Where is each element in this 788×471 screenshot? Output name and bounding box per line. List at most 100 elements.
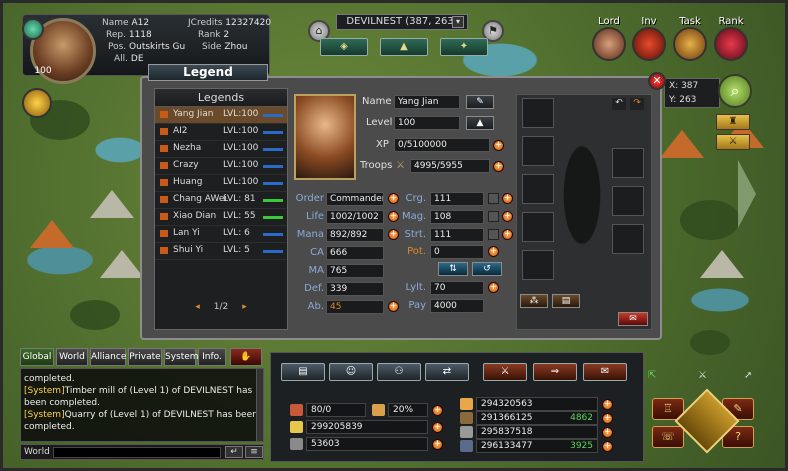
food-plus-icon[interactable]: + xyxy=(602,399,613,410)
phone-button[interactable]: ☏ xyxy=(652,426,684,448)
city-view-button[interactable]: ▲ xyxy=(380,38,428,56)
legend-row[interactable]: Shui Yi LVL: 5 xyxy=(155,243,287,260)
search-icon[interactable]: ⌕ xyxy=(718,74,752,108)
lord-menu[interactable]: Lord xyxy=(589,16,629,61)
send-icon[interactable]: ↵ xyxy=(225,446,243,458)
lord-icon[interactable] xyxy=(592,27,626,61)
equip-slot-ring[interactable] xyxy=(612,224,644,254)
gold-coin-icon[interactable] xyxy=(22,88,52,118)
order-plus-icon[interactable]: + xyxy=(388,193,399,204)
equip-slot-helmet[interactable] xyxy=(522,98,554,128)
wood-plus-icon[interactable]: + xyxy=(602,413,613,424)
legend-name: Yang Jian xyxy=(394,95,460,109)
chat-input[interactable] xyxy=(53,447,221,458)
formation-button[interactable]: ⁂ xyxy=(520,294,548,308)
equip-slot-shield[interactable] xyxy=(612,186,644,216)
equip-slot-mount[interactable] xyxy=(522,250,554,280)
rank-icon[interactable] xyxy=(714,27,748,61)
legend-row-level: LVL:100 xyxy=(223,177,259,187)
hero-button[interactable]: ☺ xyxy=(329,363,373,381)
inventory-icon[interactable] xyxy=(632,27,666,61)
crg-box[interactable] xyxy=(488,193,499,204)
market-button[interactable]: ⇒ xyxy=(533,363,577,381)
tab-private[interactable]: Private xyxy=(128,348,162,366)
lylt-plus-icon[interactable]: + xyxy=(488,282,499,293)
ingot-plus-icon[interactable]: + xyxy=(432,439,443,450)
mag-plus-icon[interactable]: + xyxy=(502,211,513,222)
mail-button[interactable]: ✉ xyxy=(583,363,627,381)
swords-icon[interactable]: ⚔ xyxy=(698,370,707,381)
expand-icon[interactable]: ⇱ xyxy=(648,370,656,381)
city-tile[interactable] xyxy=(30,220,74,248)
hand-icon[interactable]: ✋ xyxy=(230,348,262,366)
legend-level: 100 xyxy=(394,116,460,130)
trade-button[interactable]: ⇄ xyxy=(425,363,469,381)
alliance-button[interactable]: ⚇ xyxy=(377,363,421,381)
battle-button[interactable]: ⚔ xyxy=(483,363,527,381)
crg-plus-icon[interactable]: + xyxy=(502,193,513,204)
troop-view-button[interactable]: ✦ xyxy=(440,38,488,56)
rename-button[interactable]: ✎ xyxy=(466,95,494,109)
emblem-icon[interactable] xyxy=(22,18,44,40)
report-button[interactable]: ▤ xyxy=(281,363,325,381)
map-view-button[interactable]: ◈ xyxy=(320,38,368,56)
stone-plus-icon[interactable]: + xyxy=(602,427,613,438)
strt-plus-icon[interactable]: + xyxy=(502,229,513,240)
legend-row[interactable]: Yang Jian LVL:100 xyxy=(155,107,287,124)
arrow-icon[interactable]: ➚ xyxy=(744,370,752,381)
equip-slot-armor[interactable] xyxy=(522,136,554,166)
legend-row[interactable]: Huang LVL:100 xyxy=(155,175,287,192)
tab-system[interactable]: System xyxy=(164,348,199,366)
army-button[interactable]: ⚔ xyxy=(716,134,750,150)
dropdown-icon[interactable]: ▾ xyxy=(452,16,464,28)
ab-plus-icon[interactable]: + xyxy=(388,301,399,312)
reset-points-button[interactable]: ↺ xyxy=(472,262,502,276)
order-label: Order xyxy=(295,193,324,204)
tab-info[interactable]: Info. xyxy=(198,348,226,366)
legend-row[interactable]: Chang AWei LVL: 81 xyxy=(155,192,287,209)
troops-plus-icon[interactable]: + xyxy=(493,161,504,172)
location-label[interactable]: DEVILNEST (387, 263) xyxy=(336,14,468,30)
legend-row[interactable]: Crazy LVL:100 xyxy=(155,158,287,175)
iron-plus-icon[interactable]: + xyxy=(602,441,613,452)
pot-plus-icon[interactable]: + xyxy=(488,246,499,257)
task-menu[interactable]: Task xyxy=(670,16,710,61)
legend-flag-icon xyxy=(160,247,168,254)
tab-global[interactable]: Global xyxy=(20,348,54,366)
mag-box[interactable] xyxy=(488,211,499,222)
city-tile[interactable] xyxy=(660,130,704,158)
scroll-icon[interactable] xyxy=(673,27,707,61)
equip-slot-belt[interactable] xyxy=(522,174,554,204)
mana-plus-icon[interactable]: + xyxy=(388,229,399,240)
legend-row[interactable]: Lan Yi LVL: 6 xyxy=(155,226,287,243)
legend-row[interactable]: Nezha LVL:100 xyxy=(155,141,287,158)
equip-slot-weapon[interactable] xyxy=(612,148,644,178)
treasure-button[interactable]: ▤ xyxy=(552,294,580,308)
xp-plus-icon[interactable]: + xyxy=(493,140,504,151)
close-icon[interactable]: ✕ xyxy=(648,72,666,90)
dismiss-button[interactable]: ✉ xyxy=(618,312,648,326)
equip-icon[interactable]: ↷ xyxy=(630,98,644,110)
scroll-right-arrow-icon[interactable] xyxy=(738,160,756,228)
life-plus-icon[interactable]: + xyxy=(388,211,399,222)
menu-icon[interactable]: ≡ xyxy=(245,446,263,458)
equip-slot-boots[interactable] xyxy=(522,212,554,242)
legend-flag-icon xyxy=(160,213,168,220)
tab-world[interactable]: World xyxy=(56,348,88,366)
assign-points-button[interactable]: ⇅ xyxy=(438,262,468,276)
tax-plus-icon[interactable]: + xyxy=(432,405,443,416)
gold-plus-icon[interactable]: + xyxy=(432,422,443,433)
inventory-menu[interactable]: Inv xyxy=(629,16,669,61)
rank-menu[interactable]: Rank xyxy=(711,16,751,61)
chat-scrollbar[interactable] xyxy=(256,368,264,442)
chat-channel-label[interactable]: World xyxy=(24,447,50,457)
tab-alliance[interactable]: Alliance xyxy=(90,348,126,366)
castle-button[interactable]: ♜ xyxy=(716,114,750,130)
next-page-icon[interactable]: ▸ xyxy=(242,302,247,312)
unequip-icon[interactable]: ↶ xyxy=(612,98,626,110)
legend-row[interactable]: Xiao Dian LVL: 55 xyxy=(155,209,287,226)
strt-box[interactable] xyxy=(488,229,499,240)
legend-row[interactable]: AI2 LVL:100 xyxy=(155,124,287,141)
prev-page-icon[interactable]: ◂ xyxy=(195,302,200,312)
level-up-button[interactable]: ▲ xyxy=(466,116,494,130)
